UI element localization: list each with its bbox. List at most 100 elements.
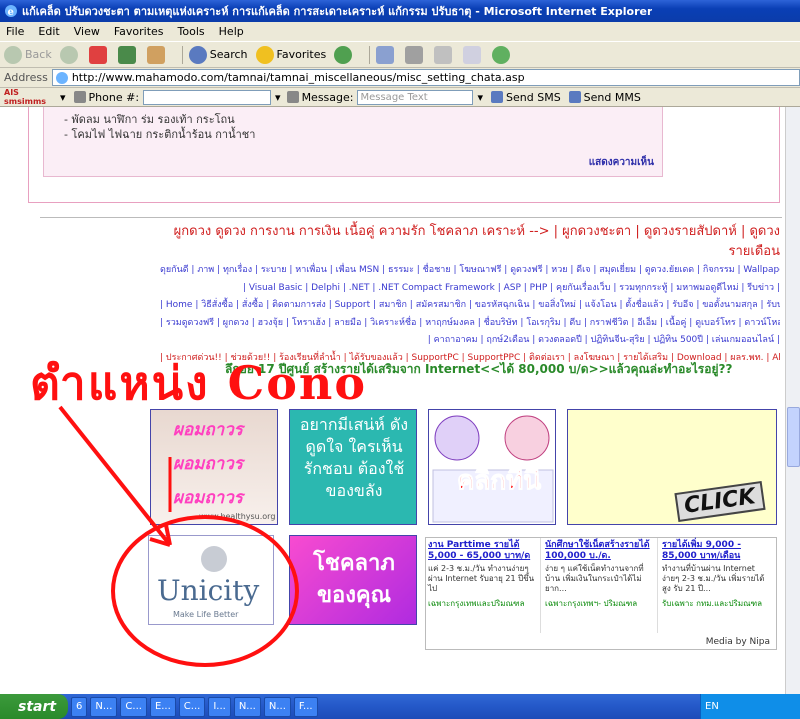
show-comments-link[interactable]: แสดงความเห็น bbox=[589, 155, 654, 170]
edit-button[interactable] bbox=[434, 45, 455, 64]
bullet-item: - โคมไฟ ไฟฉาย กระติกน้ำร้อน กาน้ำชา bbox=[64, 128, 256, 141]
send-sms-button[interactable]: Send SMS bbox=[491, 91, 561, 104]
taskbar-item[interactable]: N... bbox=[233, 696, 261, 717]
click-banner[interactable]: CLICK bbox=[567, 409, 777, 525]
ad-body: แค่ 2-3 ช.ม./วัน ทำงานง่ายๆ ผ่าน Interne… bbox=[428, 564, 535, 593]
slim-banner[interactable]: ผอมถาวร ผอมถาวร ผอมถาวร www.healthysu.or… bbox=[150, 409, 278, 525]
ad-headline[interactable]: งาน Parttime รายได้ 5,000 - 65,000 บาท/ด bbox=[428, 540, 538, 562]
taskbar-item[interactable]: E... bbox=[149, 696, 176, 717]
chevron-down-icon[interactable]: ▾ bbox=[60, 91, 66, 104]
stop-icon bbox=[88, 45, 107, 64]
toolbar: Back Search Favorites bbox=[0, 42, 800, 68]
text-ad[interactable]: งาน Parttime รายได้ 5,000 - 65,000 บาท/ด… bbox=[426, 538, 541, 633]
phone-input[interactable] bbox=[143, 89, 272, 105]
refresh-icon bbox=[117, 45, 136, 64]
text-ad[interactable]: นักศึกษาใช้เน็ตสร้างรายได้ 100,000 บ./ด.… bbox=[543, 538, 658, 633]
ad-headline[interactable]: รายได้เพิ่ม 9,000 - 85,000 บาท/เดือน bbox=[662, 540, 773, 562]
chevron-down-icon[interactable]: ▾ bbox=[275, 91, 281, 104]
site-links: ผูกดวง ดูดวง การงาน การเงิน เนื้อคู่ ควา… bbox=[160, 222, 780, 367]
text-ad[interactable]: รายได้เพิ่ม 9,000 - 85,000 บาท/เดือน ทำง… bbox=[660, 538, 775, 633]
message-input[interactable]: Message Text bbox=[357, 89, 474, 105]
menu-tools[interactable]: Tools bbox=[178, 25, 205, 38]
media-credit[interactable]: Media by Nipa bbox=[706, 637, 770, 647]
favorites-button[interactable]: Favorites bbox=[255, 45, 326, 64]
address-input[interactable]: http://www.mahamodo.com/tamnai/tamnai_mi… bbox=[51, 69, 800, 86]
unicity-banner[interactable]: Unicity Make Life Better bbox=[148, 535, 274, 625]
start-button[interactable]: start bbox=[0, 694, 68, 719]
links-row[interactable]: | Home | วิธีสั่งซื้อ | สั่งซื้อ | ติดตา… bbox=[160, 297, 780, 315]
system-tray[interactable]: EN bbox=[700, 694, 800, 719]
ad-footer: เฉพาะกรุงเทพฯ- ปริมณฑล bbox=[545, 599, 638, 608]
taskbar-item[interactable]: C... bbox=[178, 696, 206, 717]
page-icon bbox=[55, 71, 68, 84]
mms-icon bbox=[568, 91, 581, 103]
charm-banner[interactable]: อยากมีเสน่ห์ ดังดูดใจ ใครเห็น รักชอบ ต้อ… bbox=[289, 409, 417, 525]
content-box: - พัดลม นาฬิกา ร่ม รองเท้า กระโถน - โคมไ… bbox=[28, 107, 780, 203]
phone-icon bbox=[73, 91, 86, 103]
menu-favorites[interactable]: Favorites bbox=[114, 25, 164, 38]
send-mms-button[interactable]: Send MMS bbox=[568, 91, 641, 104]
forward-button[interactable] bbox=[59, 45, 81, 64]
message-label: Message: bbox=[301, 90, 354, 104]
star-icon bbox=[255, 45, 274, 64]
divider bbox=[40, 217, 782, 218]
links-headline[interactable]: ผูกดวง ดูดวง การงาน การเงิน เนื้อคู่ ควา… bbox=[160, 222, 780, 262]
vertical-scrollbar[interactable] bbox=[785, 107, 800, 694]
home-button[interactable] bbox=[146, 45, 168, 64]
menu-help[interactable]: Help bbox=[219, 25, 244, 38]
sms-toolbar: AIS smsimms ▾ Phone #: ▾ Message: Messag… bbox=[0, 88, 800, 107]
banner-text: ผอมถาวร bbox=[173, 488, 243, 508]
menu-edit[interactable]: Edit bbox=[38, 25, 59, 38]
forward-arrow-icon bbox=[59, 45, 78, 64]
banner-text: โชคลาภ ของคุณ bbox=[313, 551, 395, 608]
window-title: แก้เคล็ด ปรับดวงชะตา ตามเหตุแห่งเคราะห์ … bbox=[22, 5, 653, 18]
scrollbar-thumb[interactable] bbox=[787, 407, 800, 467]
page-viewport[interactable]: - พัดลม นาฬิกา ร่ม รองเท้า กระโถน - โคมไ… bbox=[0, 107, 785, 694]
history-button[interactable] bbox=[334, 45, 355, 64]
ad-footer: เฉพาะกรุงเทพและปริมณฑล bbox=[428, 599, 525, 608]
search-button[interactable]: Search bbox=[188, 45, 248, 64]
menu-file[interactable]: File bbox=[6, 25, 24, 38]
taskbar-item[interactable]: N... bbox=[90, 696, 118, 717]
home-icon bbox=[146, 45, 165, 64]
language-indicator[interactable]: EN bbox=[705, 701, 719, 712]
taskbar-item[interactable]: 6 bbox=[71, 696, 88, 717]
window-title-bar[interactable]: e แก้เคล็ด ปรับดวงชะตา ตามเหตุแห่งเคราะห… bbox=[0, 0, 800, 22]
messenger-button[interactable] bbox=[492, 45, 513, 64]
mail-button[interactable] bbox=[376, 45, 397, 64]
messenger-icon bbox=[492, 45, 511, 64]
links-row[interactable]: ดุยกันดี | ภาพ | ทุกเรื่อง | ระบาย | หาเ… bbox=[160, 262, 780, 280]
svg-text:e: e bbox=[8, 7, 14, 18]
unicity-mark-icon bbox=[201, 546, 227, 572]
back-button[interactable]: Back bbox=[4, 45, 52, 64]
mail-icon bbox=[376, 45, 395, 64]
taskbar-item[interactable]: N... bbox=[263, 696, 291, 717]
banner-text: อยากมีเสน่ห์ ดังดูดใจ ใครเห็น รักชอบ ต้อ… bbox=[299, 415, 409, 500]
fortune-banner[interactable]: โชคลาภ ของคุณ bbox=[289, 535, 417, 625]
ad-headline[interactable]: นักศึกษาใช้เน็ตสร้างรายได้ 100,000 บ./ด. bbox=[545, 540, 655, 562]
discuss-icon bbox=[463, 45, 482, 64]
chevron-down-icon[interactable]: ▾ bbox=[477, 91, 483, 104]
banner-text: ผอมถาวร bbox=[173, 420, 243, 440]
phone-label: Phone #: bbox=[88, 90, 140, 104]
message-icon bbox=[286, 91, 299, 103]
horoscope-banner[interactable]: คลิกที่นี่ bbox=[428, 409, 556, 525]
refresh-button[interactable] bbox=[117, 45, 139, 64]
menu-view[interactable]: View bbox=[74, 25, 100, 38]
taskbar-item[interactable]: F... bbox=[293, 696, 318, 717]
back-arrow-icon bbox=[4, 45, 22, 64]
taskbar-item[interactable]: C... bbox=[120, 696, 147, 717]
address-bar: Address http://www.mahamodo.com/tamnai/t… bbox=[0, 68, 800, 88]
links-row[interactable]: | Visual Basic | Delphi | .NET | .NET Co… bbox=[160, 280, 780, 298]
links-row[interactable]: | รวมดูดวงฟรี | ผูกดวง | ฮวงจุ้ย | โหราเ… bbox=[160, 315, 780, 333]
discuss-button[interactable] bbox=[463, 45, 484, 64]
taskbar: start 6 N... C... E... C... I... N... N.… bbox=[0, 694, 800, 719]
ad-body: ทำงานที่บ้านผ่าน Internet ง่ายๆ 2-3 ช.ม.… bbox=[662, 564, 765, 593]
sms-brand-logo: AIS smsimms bbox=[4, 88, 47, 106]
stop-button[interactable] bbox=[88, 45, 110, 64]
unicity-logo: Unicity bbox=[157, 574, 260, 607]
print-button[interactable] bbox=[405, 45, 426, 64]
taskbar-item[interactable]: I... bbox=[208, 696, 231, 717]
toolbar-separator bbox=[369, 45, 371, 64]
ad-body: ง่าย ๆ แค่ใช้เน็ตทำงานจากที่บ้าน เพิ่มเง… bbox=[545, 564, 644, 593]
